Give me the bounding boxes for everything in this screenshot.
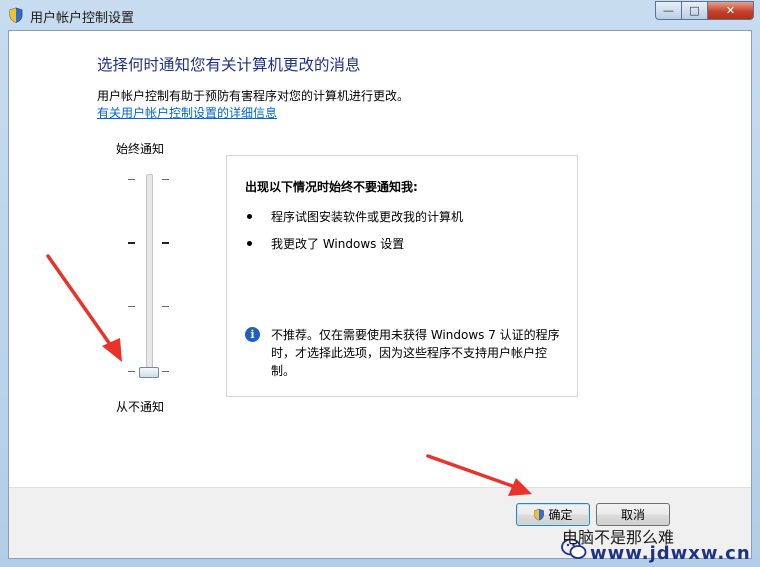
ok-button-label: 确定 [548,508,573,522]
bullet-icon [247,241,252,246]
cancel-button-label: 取消 [620,508,645,522]
close-button[interactable]: ✕ [708,1,754,20]
slider-tick [128,179,135,180]
watermark-url: www.jdwxw.cn [590,543,751,564]
slider-thumb[interactable] [139,367,159,378]
uac-shield-icon [534,508,545,521]
warning-note: 不推荐。仅在需要使用未获得 Windows 7 认证的程序时，才选择此选项，因为… [271,328,560,378]
notification-slider-track[interactable] [146,174,153,374]
bullet-icon [247,214,252,219]
info-icon: i [245,327,260,342]
panel-title: 出现以下情况时始终不要通知我: [245,180,418,194]
list-item: 程序试图安装软件或更改我的计算机 [271,210,464,224]
slider-tick [128,306,135,307]
ok-button[interactable]: 确定 [516,503,590,526]
dialog-client-area: 选择何时通知您有关计算机更改的消息 用户帐户控制有助于预防有害程序对您的计算机进… [8,30,752,559]
window-controls: — □ ✕ [655,1,754,20]
slider-tick [162,179,169,180]
window-title: 用户帐户控制设置 [30,11,135,26]
slider-tick [162,371,169,372]
description-text: 用户帐户控制有助于预防有害程序对您的计算机进行更改。 [97,89,410,103]
page-title: 选择何时通知您有关计算机更改的消息 [97,56,361,74]
window-frame: 用户帐户控制设置 — □ ✕ 选择何时通知您有关计算机更改的消息 用户帐户控制有… [0,0,760,567]
slider-tick [162,242,169,244]
cancel-button[interactable]: 取消 [596,503,670,526]
slider-top-label: 始终通知 [116,142,165,156]
slider-tick [128,371,135,372]
maximize-button[interactable]: □ [682,1,708,20]
slider-bottom-label: 从不通知 [116,400,165,414]
slider-tick [162,306,169,307]
level-description-panel: 出现以下情况时始终不要通知我: 程序试图安装软件或更改我的计算机 我更改了 Wi… [226,155,578,397]
slider-tick [128,242,135,244]
list-item: 我更改了 Windows 设置 [271,237,405,251]
details-link[interactable]: 有关用户帐户控制设置的详细信息 [97,104,277,121]
uac-shield-icon [9,7,23,23]
title-bar[interactable]: 用户帐户控制设置 — □ ✕ [0,0,760,30]
minimize-button[interactable]: — [655,1,682,20]
